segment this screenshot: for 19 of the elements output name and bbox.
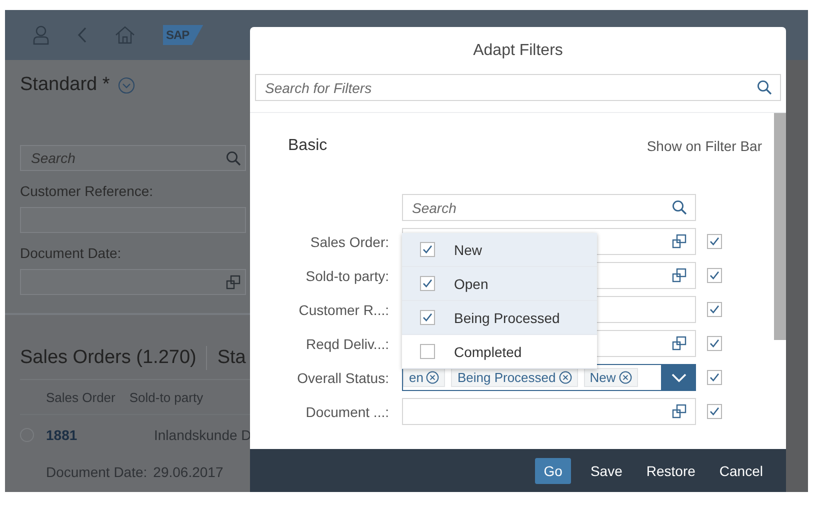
detail-value: 29.06.2017 <box>153 464 224 480</box>
field-label: Reqd Deliv...: <box>305 336 389 352</box>
field-label: Document Date: <box>20 245 122 261</box>
field-label: Customer R...: <box>298 302 389 318</box>
field-label: Overall Status: <box>296 370 389 386</box>
table-title: Sales Orders (1.270) <box>20 347 196 369</box>
column-header: Sales Order <box>46 390 116 404</box>
detail-label: Document Date: <box>46 464 148 480</box>
field-label: Sold-to party: <box>304 268 389 284</box>
field-label: Document ...: <box>304 404 389 420</box>
placeholder: Search <box>412 200 456 216</box>
column-header: Show on Filter Bar <box>646 138 762 154</box>
placeholder: Search <box>31 150 76 166</box>
placeholder: Search for Filters <box>265 80 372 96</box>
field-label: Customer Reference: <box>20 183 154 199</box>
dialog-title: Adapt Filters <box>472 41 564 61</box>
field-label: Sales Order: <box>309 234 389 250</box>
group-title: Basic <box>288 137 328 155</box>
column-header: Sold-to party <box>129 390 204 404</box>
